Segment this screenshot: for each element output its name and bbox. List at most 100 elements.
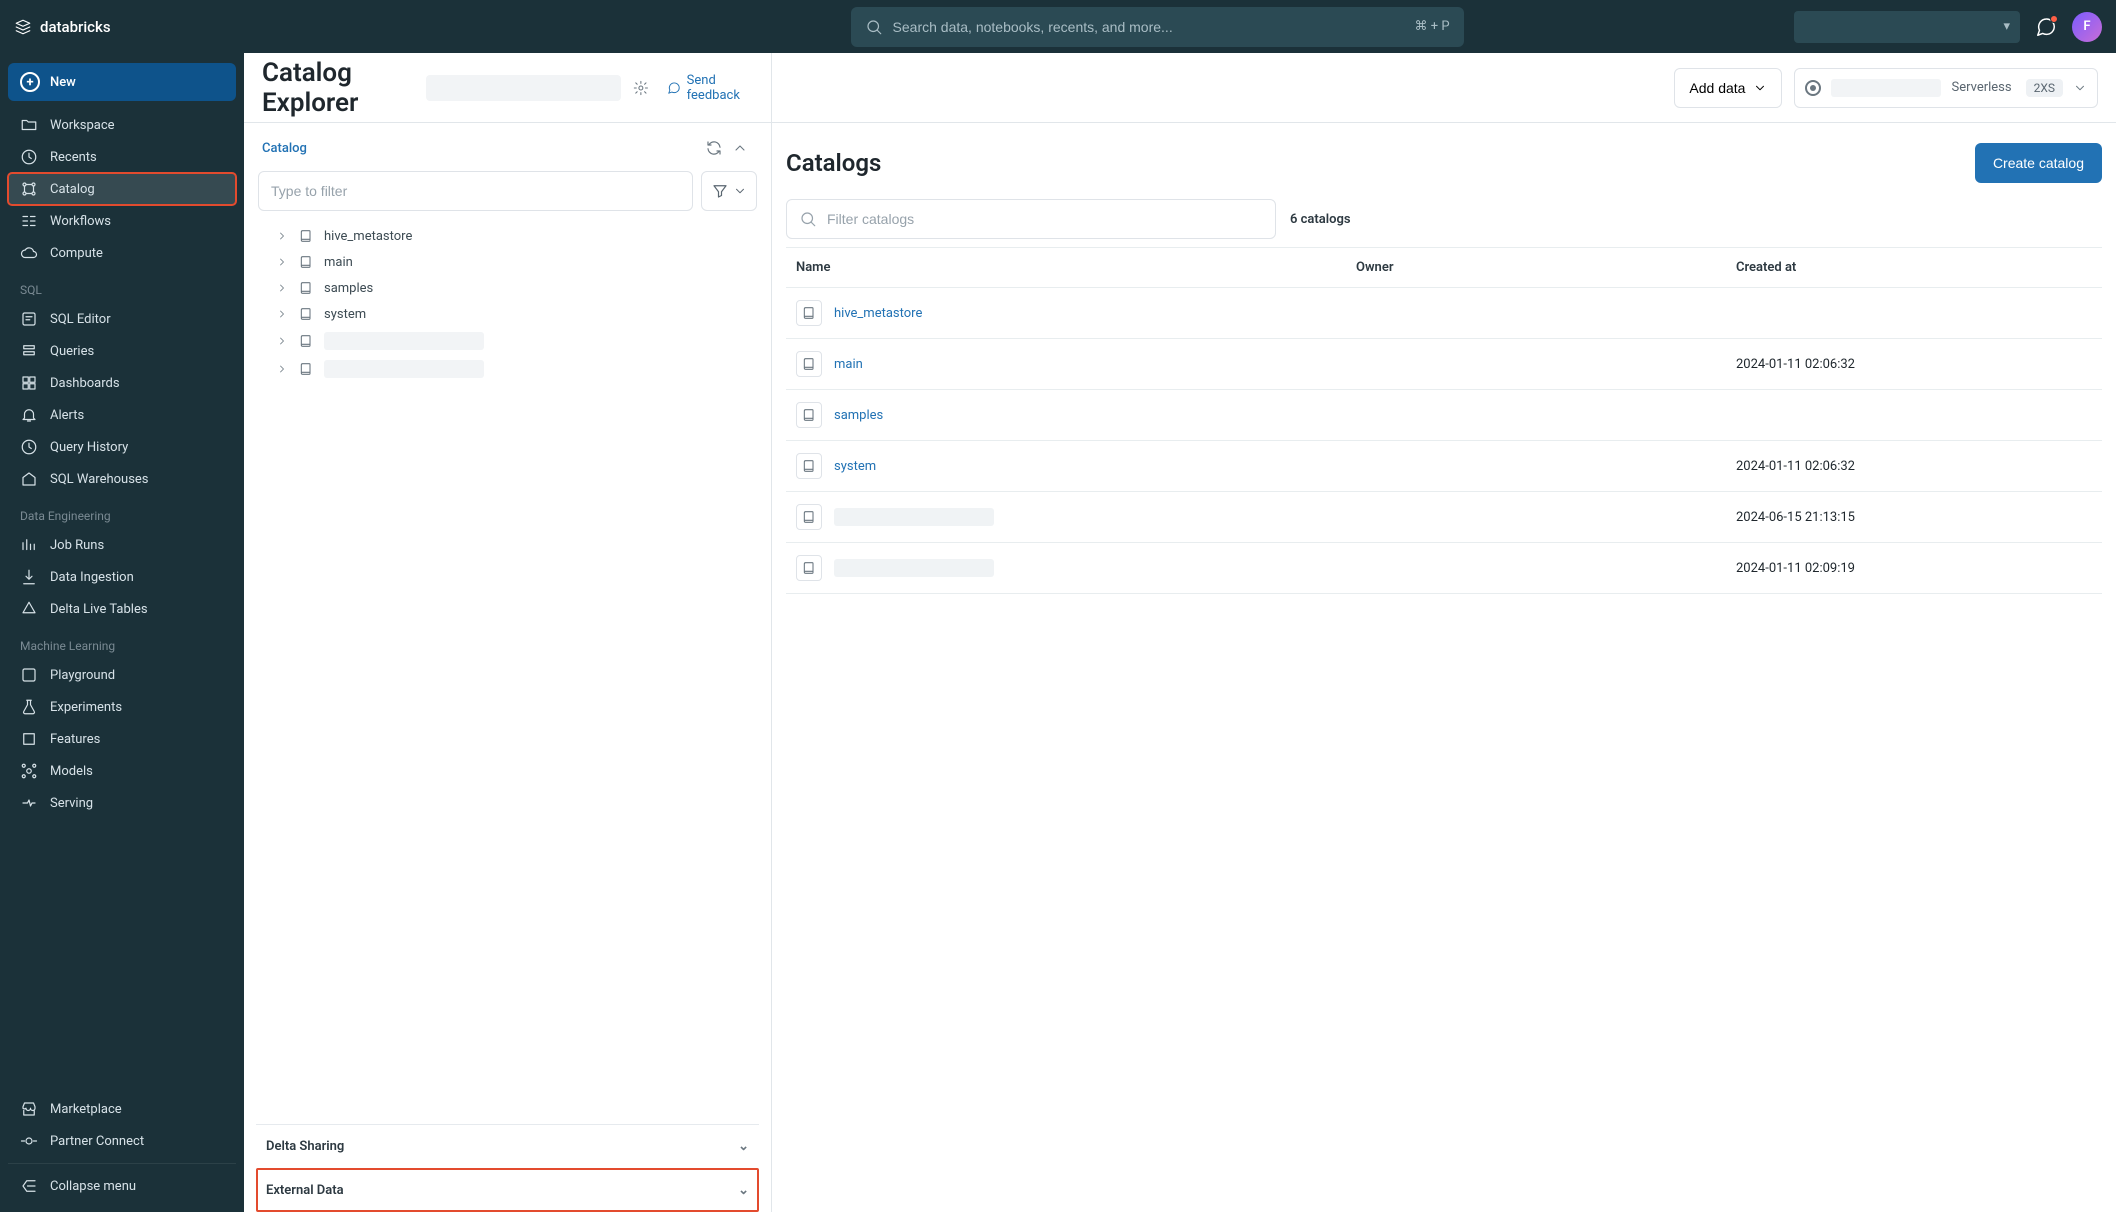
search-input[interactable]	[893, 19, 1405, 35]
nav-features[interactable]: Features	[8, 723, 236, 755]
models-icon	[20, 762, 38, 780]
catalog-section-label[interactable]: Catalog	[262, 141, 307, 156]
folder-icon	[20, 116, 38, 134]
created-at: 2024-01-11 02:09:19	[1736, 561, 2092, 576]
send-feedback-link[interactable]: Send feedback	[667, 73, 753, 103]
gear-icon[interactable]	[633, 78, 649, 98]
nav-label: Workflows	[50, 214, 111, 229]
tree-filter[interactable]	[258, 171, 693, 211]
nav-workspace[interactable]: Workspace	[8, 109, 236, 141]
new-button-label: New	[50, 75, 76, 90]
table-row[interactable]: hive_metastore	[786, 288, 2102, 339]
nav-section-de: Data Engineering	[8, 495, 236, 529]
catalog-icon	[796, 453, 822, 479]
nav-query-history[interactable]: Query History	[8, 431, 236, 463]
nav-dashboards[interactable]: Dashboards	[8, 367, 236, 399]
nav-workflows[interactable]: Workflows	[8, 205, 236, 237]
accordion-label: Delta Sharing	[266, 1139, 344, 1154]
catalog-link[interactable]: main	[834, 357, 863, 372]
catalog-tree: hive_metastoremainsamples system	[256, 219, 759, 387]
collapse-section-button[interactable]	[727, 135, 753, 161]
workspace-switcher[interactable]: ▾	[1794, 11, 2020, 43]
catalog-icon	[796, 402, 822, 428]
filter-options-button[interactable]	[701, 171, 757, 211]
features-icon	[20, 730, 38, 748]
nav-delta-live-tables[interactable]: Delta Live Tables	[8, 593, 236, 625]
nav-label: Queries	[50, 344, 94, 359]
catalogs-filter-input[interactable]	[827, 211, 1263, 227]
nav-partner-connect[interactable]: Partner Connect	[8, 1125, 236, 1157]
user-avatar[interactable]: F	[2072, 12, 2102, 42]
catalogs-filter[interactable]	[786, 199, 1276, 239]
warehouse-icon	[20, 470, 38, 488]
nav-label: Serving	[50, 796, 93, 811]
chevron-down-icon	[733, 184, 747, 198]
serverless-label: Serverless	[1951, 80, 2011, 95]
help-button[interactable]	[2032, 13, 2060, 41]
compute-size-badge: 2XS	[2026, 79, 2063, 97]
tree-item[interactable]: system	[256, 301, 759, 327]
nav-catalog[interactable]: Catalog	[8, 173, 236, 205]
nav-section-ml: Machine Learning	[8, 625, 236, 659]
nav-label: Query History	[50, 440, 128, 455]
new-button[interactable]: + New	[8, 63, 236, 101]
catalog-link[interactable]: hive_metastore	[834, 306, 922, 321]
nav-serving[interactable]: Serving	[8, 787, 236, 819]
search-shortcut: ⌘ + P	[1415, 19, 1450, 34]
nav-queries[interactable]: Queries	[8, 335, 236, 367]
page-title: Catalog Explorer	[262, 58, 414, 118]
catalog-link[interactable]: system	[834, 459, 876, 474]
tree-item[interactable]	[256, 327, 759, 355]
nav-playground[interactable]: Playground	[8, 659, 236, 691]
table-row[interactable]: samples	[786, 390, 2102, 441]
table-row[interactable]: 2024-06-15 21:13:15	[786, 492, 2102, 543]
add-data-button[interactable]: Add data	[1674, 68, 1782, 108]
nav-data-ingestion[interactable]: Data Ingestion	[8, 561, 236, 593]
nav-label: Alerts	[50, 408, 84, 423]
nav-label: Compute	[50, 246, 103, 261]
catalog-link[interactable]: samples	[834, 408, 883, 423]
nav-experiments[interactable]: Experiments	[8, 691, 236, 723]
compute-selector[interactable]: Serverless 2XS	[1794, 68, 2098, 108]
nav-section-sql: SQL	[8, 269, 236, 303]
queries-icon	[20, 342, 38, 360]
tree-item[interactable]: main	[256, 249, 759, 275]
nav-collapse[interactable]: Collapse menu	[8, 1170, 236, 1202]
nav-alerts[interactable]: Alerts	[8, 399, 236, 431]
delta-sharing-section[interactable]: Delta Sharing ⌄	[256, 1124, 759, 1168]
topbar: databricks ⌘ + P ▾ F	[0, 0, 2116, 53]
tree-filter-input[interactable]	[271, 183, 680, 199]
created-at: 2024-06-15 21:13:15	[1736, 510, 2092, 525]
catalogs-count: 6 catalogs	[1290, 212, 1351, 227]
external-data-section[interactable]: External Data ⌄	[256, 1168, 759, 1212]
table-row[interactable]: 2024-01-11 02:09:19	[786, 543, 2102, 594]
nav-recents[interactable]: Recents	[8, 141, 236, 173]
tree-item-label: system	[324, 307, 366, 322]
table-row[interactable]: main 2024-01-11 02:06:32	[786, 339, 2102, 390]
chevron-down-icon: ▾	[2003, 19, 2010, 34]
refresh-button[interactable]	[701, 135, 727, 161]
flask-icon	[20, 698, 38, 716]
create-catalog-button[interactable]: Create catalog	[1975, 143, 2102, 183]
col-name: Name	[796, 260, 1356, 275]
nav-marketplace[interactable]: Marketplace	[8, 1093, 236, 1125]
tree-item[interactable]	[256, 355, 759, 383]
nav-models[interactable]: Models	[8, 755, 236, 787]
collapse-icon	[20, 1177, 38, 1195]
tree-item[interactable]: hive_metastore	[256, 223, 759, 249]
catalog-icon	[298, 228, 314, 244]
table-row[interactable]: system 2024-01-11 02:06:32	[786, 441, 2102, 492]
search-icon	[865, 18, 883, 36]
nav-job-runs[interactable]: Job Runs	[8, 529, 236, 561]
brand-text: databricks	[40, 18, 111, 36]
nav-compute[interactable]: Compute	[8, 237, 236, 269]
nav-sql-warehouses[interactable]: SQL Warehouses	[8, 463, 236, 495]
global-search[interactable]: ⌘ + P	[851, 7, 1464, 47]
nav-label: Features	[50, 732, 100, 747]
tree-item[interactable]: samples	[256, 275, 759, 301]
nav-label: Delta Live Tables	[50, 602, 148, 617]
logo[interactable]: databricks	[14, 18, 111, 36]
ingestion-icon	[20, 568, 38, 586]
nav-sql-editor[interactable]: SQL Editor	[8, 303, 236, 335]
created-at: 2024-01-11 02:06:32	[1736, 357, 2092, 372]
